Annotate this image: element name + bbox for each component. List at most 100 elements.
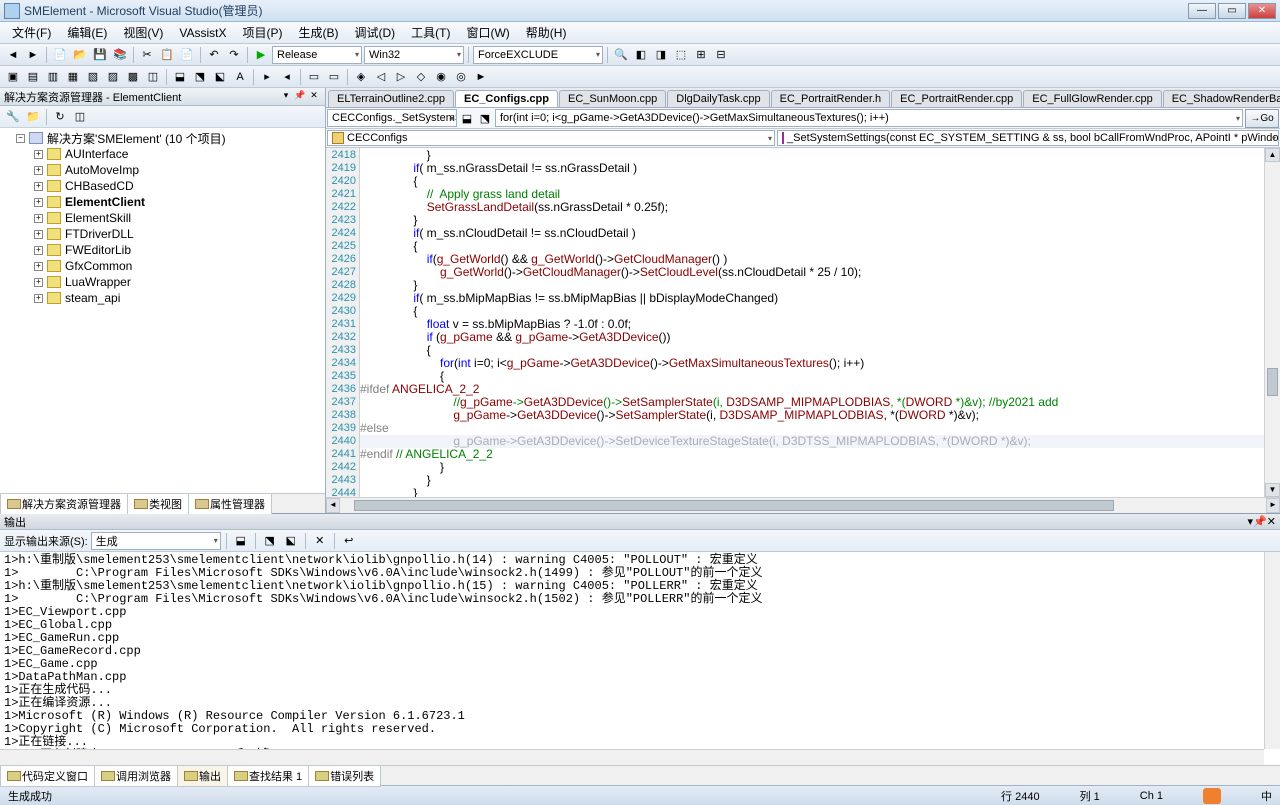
class-dropdown[interactable]: CECConfigs (327, 130, 775, 146)
save-button[interactable]: 💾 (91, 46, 109, 64)
tb2-icon-10[interactable]: ⬔ (191, 68, 209, 86)
find-dropdown[interactable]: for(int i=0; i<g_pGame->GetA3DDevice()->… (495, 109, 1243, 127)
project-item[interactable]: +GfxCommon (0, 258, 325, 274)
output-btn-3[interactable]: ⬕ (282, 532, 300, 550)
tb2-icon-12[interactable]: A (231, 68, 249, 86)
editor-tab[interactable]: EC_SunMoon.cpp (559, 90, 666, 107)
expand-icon[interactable]: + (34, 182, 43, 191)
bookmark-toggle[interactable]: ◈ (352, 68, 370, 86)
project-item[interactable]: +CHBasedCD (0, 178, 325, 194)
find-button[interactable]: 🔍 (612, 46, 630, 64)
nav-btn-2[interactable]: ⬔ (476, 109, 494, 127)
editor-tab[interactable]: EC_PortraitRender.h (771, 90, 891, 107)
method-dropdown[interactable]: _SetSystemSettings(const EC_SYSTEM_SETTI… (777, 130, 1279, 146)
close-button[interactable]: ✕ (1248, 3, 1276, 19)
expand-icon[interactable]: − (16, 134, 25, 143)
expand-icon[interactable]: + (34, 214, 43, 223)
indent-button[interactable]: ▸ (258, 68, 276, 86)
bookmark-prev[interactable]: ◁ (372, 68, 390, 86)
panel-tab[interactable]: 类视图 (127, 493, 189, 515)
forward-button[interactable]: ► (24, 46, 42, 64)
menu-item[interactable]: 视图(V) (115, 22, 171, 43)
menu-item[interactable]: 编辑(E) (59, 22, 115, 43)
undo-button[interactable]: ↶ (205, 46, 223, 64)
project-item[interactable]: +AUInterface (0, 146, 325, 162)
go-button[interactable]: →Go (1245, 109, 1279, 128)
start-debug-button[interactable]: ▶ (252, 46, 270, 64)
status-ime[interactable]: 中 (1261, 788, 1272, 804)
output-source-dropdown[interactable]: 生成 (91, 532, 221, 550)
maximize-button[interactable]: ▭ (1218, 3, 1246, 19)
ime-icon[interactable] (1203, 788, 1221, 804)
tb2-icon-7[interactable]: ▩ (124, 68, 142, 86)
scroll-down-icon[interactable]: ▼ (1265, 483, 1280, 497)
editor-hscroll[interactable]: ◄ ► (326, 497, 1280, 513)
expand-icon[interactable]: + (34, 246, 43, 255)
menu-item[interactable]: 生成(B) (290, 22, 346, 43)
uncomment-button[interactable]: ▭ (325, 68, 343, 86)
tb2-icon-end1[interactable]: ◉ (432, 68, 450, 86)
copy-button[interactable]: 📋 (158, 46, 176, 64)
comment-button[interactable]: ▭ (305, 68, 323, 86)
tb2-icon-11[interactable]: ⬕ (211, 68, 229, 86)
menu-item[interactable]: 帮助(H) (518, 22, 575, 43)
scope-dropdown[interactable]: CECConfigs._SetSystemSe (327, 109, 457, 127)
project-item[interactable]: +ElementClient (0, 194, 325, 210)
paste-button[interactable]: 📄 (178, 46, 196, 64)
tb-icon-3[interactable]: ⬚ (672, 46, 690, 64)
new-item-button[interactable]: 📄 (51, 46, 69, 64)
panel-tab[interactable]: 属性管理器 (188, 493, 272, 515)
menu-item[interactable]: VAssistX (171, 24, 234, 42)
exclude-dropdown[interactable]: ForceEXCLUDE (473, 46, 603, 64)
expand-icon[interactable]: + (34, 278, 43, 287)
editor-tab[interactable]: ELTerrainOutline2.cpp (328, 90, 454, 107)
editor-vscroll[interactable]: ▲ ▼ (1264, 148, 1280, 497)
output-tab[interactable]: 错误列表 (308, 765, 381, 787)
code-editor[interactable]: 2418241924202421242224232424242524262427… (326, 148, 1280, 497)
tb2-icon-4[interactable]: ▦ (64, 68, 82, 86)
menu-item[interactable]: 窗口(W) (458, 22, 517, 43)
menu-item[interactable]: 项目(P) (234, 22, 290, 43)
tb-icon-1[interactable]: ◧ (632, 46, 650, 64)
se-refresh-button[interactable]: ↻ (51, 108, 69, 126)
project-item[interactable]: +steam_api (0, 290, 325, 306)
expand-icon[interactable]: + (34, 166, 43, 175)
se-view-button[interactable]: ◫ (71, 108, 89, 126)
tb2-icon-9[interactable]: ⬓ (171, 68, 189, 86)
output-close-icon[interactable]: ✕ (1267, 515, 1276, 528)
se-properties-button[interactable]: 🔧 (4, 108, 22, 126)
tb2-icon-6[interactable]: ▨ (104, 68, 122, 86)
output-wrap-button[interactable]: ↩ (340, 532, 358, 550)
output-clear-button[interactable]: ✕ (311, 532, 329, 550)
platform-dropdown[interactable]: Win32 (364, 46, 464, 64)
scroll-right-icon[interactable]: ► (1266, 498, 1280, 513)
output-tab[interactable]: 代码定义窗口 (0, 765, 95, 787)
output-text[interactable]: 1>h:\重制版\smelement253\smelementclient\ne… (0, 552, 1280, 765)
panel-close-icon[interactable]: ✕ (307, 90, 321, 104)
project-item[interactable]: +FWEditorLib (0, 242, 325, 258)
tb2-icon-1[interactable]: ▣ (4, 68, 22, 86)
output-tab[interactable]: 查找结果 1 (227, 765, 309, 787)
editor-tab[interactable]: DlgDailyTask.cpp (667, 90, 769, 107)
bookmark-clear[interactable]: ◇ (412, 68, 430, 86)
menu-item[interactable]: 文件(F) (4, 22, 59, 43)
project-item[interactable]: +ElementSkill (0, 210, 325, 226)
editor-tab[interactable]: EC_FullGlowRender.cpp (1023, 90, 1161, 107)
save-all-button[interactable]: 📚 (111, 46, 129, 64)
output-pin-icon[interactable]: 📌 (1253, 515, 1267, 528)
panel-dropdown-icon[interactable]: ▾ (279, 90, 293, 104)
code-area[interactable]: } if( m_ss.nGrassDetail != ss.nGrassDeta… (360, 148, 1264, 497)
se-show-all-button[interactable]: 📁 (24, 108, 42, 126)
config-dropdown[interactable]: Release (272, 46, 362, 64)
expand-icon[interactable]: + (34, 294, 43, 303)
tb2-icon-8[interactable]: ◫ (144, 68, 162, 86)
hscroll-thumb[interactable] (354, 500, 1114, 511)
output-hscroll[interactable] (0, 749, 1264, 765)
project-item[interactable]: +AutoMoveImp (0, 162, 325, 178)
project-item[interactable]: +FTDriverDLL (0, 226, 325, 242)
vscroll-thumb[interactable] (1267, 368, 1278, 396)
output-tab[interactable]: 调用浏览器 (94, 765, 178, 787)
menu-item[interactable]: 调试(D) (346, 22, 403, 43)
output-btn-2[interactable]: ⬔ (261, 532, 279, 550)
menu-item[interactable]: 工具(T) (403, 22, 458, 43)
